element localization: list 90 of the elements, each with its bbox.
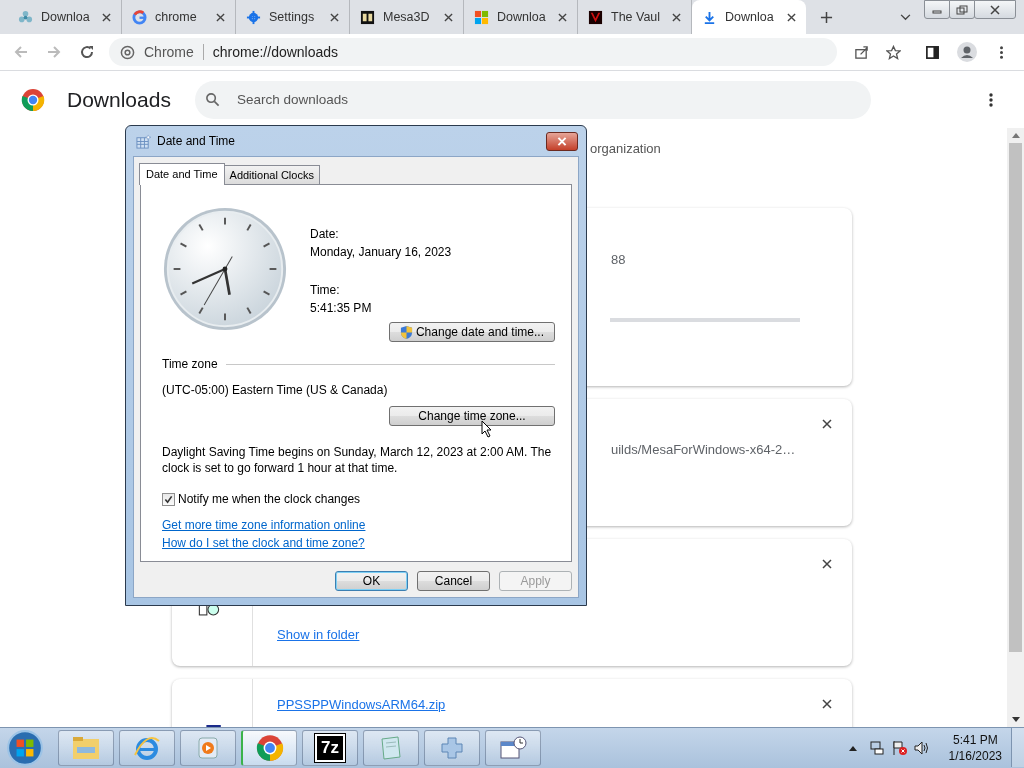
- site-icon: [360, 9, 375, 25]
- side-panel-icon[interactable]: [925, 44, 940, 60]
- dialog-tab[interactable]: Date and Time: [139, 163, 225, 185]
- close-icon[interactable]: [216, 12, 225, 22]
- taskbar-clock[interactable]: 5:41 PM 1/16/2023: [948, 732, 1002, 764]
- browser-tab[interactable]: Downloa: [464, 0, 578, 34]
- minimize-button[interactable]: [924, 0, 950, 19]
- close-icon[interactable]: [822, 559, 832, 569]
- checkbox-label: Notify me when the clock changes: [178, 492, 361, 506]
- taskbar-button[interactable]: [485, 730, 541, 766]
- four-squares-icon: [474, 9, 489, 25]
- calendar-clock-icon: [498, 734, 528, 762]
- google-icon: [132, 9, 147, 25]
- search-field[interactable]: Search downloads: [195, 80, 871, 119]
- speaker-icon[interactable]: [912, 740, 929, 756]
- close-icon[interactable]: [822, 699, 832, 709]
- time-value: 5:41:35 PM: [310, 300, 373, 317]
- folder-icon: [71, 734, 101, 762]
- site-label: Chrome: [144, 44, 194, 60]
- site-icon: [588, 9, 603, 25]
- calendar-icon: [136, 133, 151, 149]
- close-icon[interactable]: [672, 12, 681, 22]
- close-button[interactable]: [546, 131, 578, 151]
- plus-icon[interactable]: [820, 11, 833, 24]
- star-icon[interactable]: [886, 44, 901, 60]
- help-link[interactable]: Get more time zone information online: [162, 518, 366, 532]
- dialog-button[interactable]: OK: [335, 571, 408, 591]
- change-time-zone-button[interactable]: Change time zone...: [389, 406, 555, 426]
- scroll-thumb[interactable]: [1009, 143, 1022, 652]
- browser-tab[interactable]: Settings: [236, 0, 350, 34]
- chrome-logo-icon: [21, 87, 45, 112]
- close-icon[interactable]: [102, 12, 111, 22]
- show-in-folder-link[interactable]: Show in folder: [277, 627, 360, 642]
- download-icon: [702, 9, 717, 25]
- flower-icon: [18, 9, 33, 25]
- close-icon[interactable]: [822, 419, 832, 429]
- time-zone-heading: Time zone: [162, 357, 218, 371]
- change-date-button[interactable]: Change date and time...: [389, 322, 555, 342]
- app-logo: 7z: [315, 734, 345, 762]
- browser-tab[interactable]: Downloa: [692, 0, 806, 34]
- browser-tab[interactable]: Downloa: [8, 0, 122, 34]
- profile-icon[interactable]: [957, 42, 977, 62]
- address-bar[interactable]: Chrome chrome://downloads: [109, 38, 837, 66]
- managed-notice: organization: [590, 141, 661, 156]
- browser-tab[interactable]: Mesa3D: [350, 0, 464, 34]
- chrome-icon: [254, 734, 285, 762]
- flag-icon[interactable]: [890, 740, 907, 756]
- date-value: Monday, January 16, 2023: [310, 244, 452, 261]
- gear-icon: [246, 9, 261, 25]
- taskbar-button[interactable]: 7z: [302, 730, 358, 766]
- scrollbar[interactable]: [1007, 128, 1024, 727]
- taskbar-button[interactable]: [241, 730, 297, 766]
- dialog-button[interactable]: Cancel: [417, 571, 490, 591]
- more-icon[interactable]: [989, 91, 993, 108]
- close-icon[interactable]: [558, 12, 567, 22]
- close-icon[interactable]: [444, 12, 453, 22]
- checkbox[interactable]: [162, 492, 175, 506]
- search-icon: [205, 91, 220, 107]
- page-title: Downloads: [67, 87, 172, 112]
- time-label: Time:: [310, 282, 341, 299]
- download-url: uilds/MesaForWindows-x64-2…: [611, 442, 797, 457]
- chevron-down-icon[interactable]: [900, 14, 911, 21]
- url-text: chrome://downloads: [212, 44, 339, 60]
- close-icon: [990, 4, 1000, 15]
- date-label: Date:: [310, 226, 340, 243]
- dialog-title: Date and Time: [157, 134, 236, 148]
- close-icon[interactable]: [787, 12, 796, 22]
- restore-button[interactable]: [949, 0, 975, 19]
- chrome-icon: [120, 44, 135, 60]
- dst-notice: Daylight Saving Time begins on Sunday, March 12, 2023 at 2:00 AM. The clock is set to go forward 1 hour at that time.: [162, 444, 553, 476]
- close-icon: [557, 136, 567, 146]
- network-icon[interactable]: [868, 740, 885, 756]
- browser-e-icon: [132, 734, 162, 762]
- reload-icon[interactable]: [79, 44, 95, 60]
- share-icon[interactable]: [854, 44, 869, 60]
- taskbar-button[interactable]: [119, 730, 175, 766]
- browser-tab[interactable]: chrome: [122, 0, 236, 34]
- help-link[interactable]: How do I set the clock and time zone?: [162, 536, 365, 550]
- download-source: 88: [611, 252, 627, 267]
- file-name-link[interactable]: PPSSPPWindowsARM64.zip: [277, 697, 446, 712]
- time-zone-value: (UTC-05:00) Eastern Time (US & Canada): [162, 383, 389, 397]
- close-icon[interactable]: [330, 12, 339, 22]
- dialog-tab[interactable]: Additional Clocks: [223, 165, 320, 184]
- scroll-down-icon[interactable]: [1011, 717, 1020, 722]
- cursor-icon: [481, 420, 493, 438]
- restore-icon: [956, 4, 968, 15]
- shield-icon: [399, 324, 413, 340]
- show-hidden-icon[interactable]: [848, 745, 857, 751]
- start-button[interactable]: [6, 729, 44, 767]
- scroll-up-icon[interactable]: [1011, 133, 1020, 138]
